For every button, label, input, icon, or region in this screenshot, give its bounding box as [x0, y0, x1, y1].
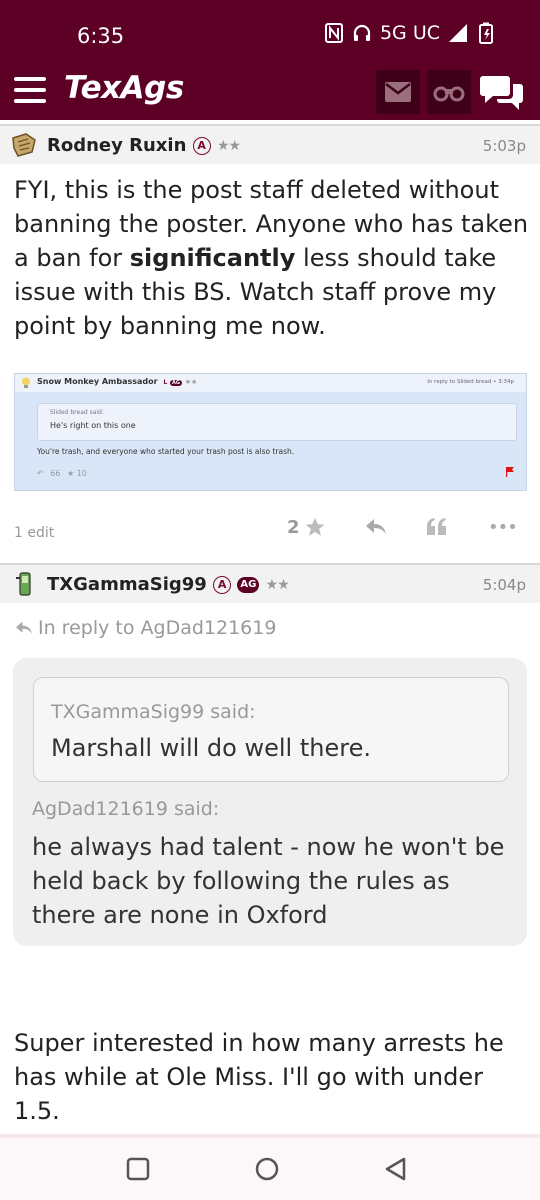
status-bar: 6:35 5G UC	[0, 0, 540, 62]
username-text[interactable]: Rodney Ruxin	[47, 135, 186, 156]
system-nav-bar	[0, 1138, 540, 1200]
star-icon	[305, 517, 324, 536]
headphones-icon	[353, 24, 371, 41]
reply-icon	[16, 621, 32, 635]
quote-button[interactable]	[426, 510, 448, 544]
like-button[interactable]: 2	[287, 510, 326, 544]
username[interactable]: Rodney Ruxin A ★★	[47, 135, 241, 156]
like-count: 2	[287, 516, 300, 538]
in-reply-to-link[interactable]: In reply to AgDad121619	[14, 617, 276, 639]
bold-text: significantly	[129, 244, 296, 272]
member-badge: A	[192, 137, 211, 155]
mail-icon	[385, 82, 411, 102]
embed-footer: ↶ 66 ★ 10	[37, 469, 87, 478]
reply-button[interactable]	[364, 510, 388, 544]
embed-header: Snow Monkey Ambassador L AG ★★ In reply …	[15, 374, 526, 392]
recents-square-icon[interactable]	[123, 1154, 153, 1184]
more-icon: •••	[488, 516, 518, 538]
embed-reply-info: In reply to Slided bread • 3:34p	[427, 379, 514, 385]
avatar[interactable]	[10, 132, 38, 158]
username-text[interactable]: TXGammaSig99	[47, 574, 207, 595]
reply-icon	[366, 519, 386, 535]
back-triangle-icon[interactable]	[381, 1154, 411, 1184]
binoculars-button[interactable]	[427, 70, 471, 114]
quote-icon	[427, 518, 446, 535]
embed-stars: ★★	[184, 378, 198, 386]
more-options-button[interactable]: •••	[488, 510, 518, 544]
embed-likes: 10	[76, 469, 87, 478]
quote-block: TXGammaSig99 said: Marshall will do well…	[13, 658, 527, 946]
nested-quote-block: TXGammaSig99 said: Marshall will do well…	[33, 677, 509, 782]
nested-quote-author[interactable]: TXGammaSig99 said:	[51, 701, 256, 723]
embed-username: Snow Monkey Ambassador L AG ★★	[37, 377, 198, 386]
username[interactable]: TXGammaSig99 A AG ★★	[47, 574, 290, 595]
battery-icon	[479, 22, 493, 44]
embed-reply-icon: ↶	[37, 469, 44, 478]
embed-star-icon: ★	[66, 469, 75, 478]
edit-count[interactable]: 1 edit	[14, 525, 54, 541]
post-body: Super interested in how many arrests he …	[14, 1029, 504, 1125]
embed-quote-text: He's right on this one	[50, 421, 136, 430]
quote-text: he always had talent - now he won't be h…	[32, 833, 505, 929]
status-time: 6:35	[77, 24, 125, 48]
post-timestamp: 5:04p	[482, 576, 526, 594]
post-timestamp: 5:03p	[482, 137, 526, 155]
hamburger-icon[interactable]	[14, 77, 46, 103]
mail-button[interactable]	[376, 70, 420, 114]
rating-stars: ★★	[265, 577, 290, 593]
lightbulb-icon	[22, 377, 30, 388]
post-header: TXGammaSig99 A AG ★★ 5:04p	[0, 563, 540, 603]
binoculars-icon	[433, 86, 465, 102]
ag-badge: AG	[237, 577, 260, 593]
flag-icon	[506, 467, 514, 477]
embed-quote-name: Slided bread said:	[50, 409, 104, 416]
quote-author[interactable]: AgDad121619 said:	[32, 798, 219, 820]
embed-badge: L	[163, 379, 168, 386]
post-header: Rodney Ruxin A ★★ 5:03p	[0, 124, 540, 164]
member-badge: A	[213, 576, 232, 594]
embed-badge-ag: AG	[169, 380, 182, 386]
app-header: TexAgs	[0, 62, 540, 120]
avatar[interactable]	[10, 571, 38, 597]
network-type: 5G UC	[379, 22, 440, 44]
nfc-icon	[324, 23, 343, 43]
post-body: FYI, this is the post staff deleted with…	[14, 176, 529, 340]
home-circle-icon[interactable]	[252, 1154, 282, 1184]
embed-quote: Slided bread said: He's right on this on…	[37, 403, 517, 441]
nested-quote-text: Marshall will do well there.	[51, 734, 371, 762]
embed-text: You're trash, and everyone who started y…	[37, 447, 295, 456]
signal-icon	[449, 24, 467, 42]
chat-bubbles-icon[interactable]	[479, 72, 525, 112]
rating-stars: ★★	[216, 138, 241, 154]
logo[interactable]: TexAgs	[64, 70, 184, 106]
status-icons: 5G UC	[324, 22, 496, 44]
embed-quote-icon: 66	[50, 469, 61, 478]
embedded-screenshot[interactable]: Snow Monkey Ambassador L AG ★★ In reply …	[14, 373, 527, 491]
